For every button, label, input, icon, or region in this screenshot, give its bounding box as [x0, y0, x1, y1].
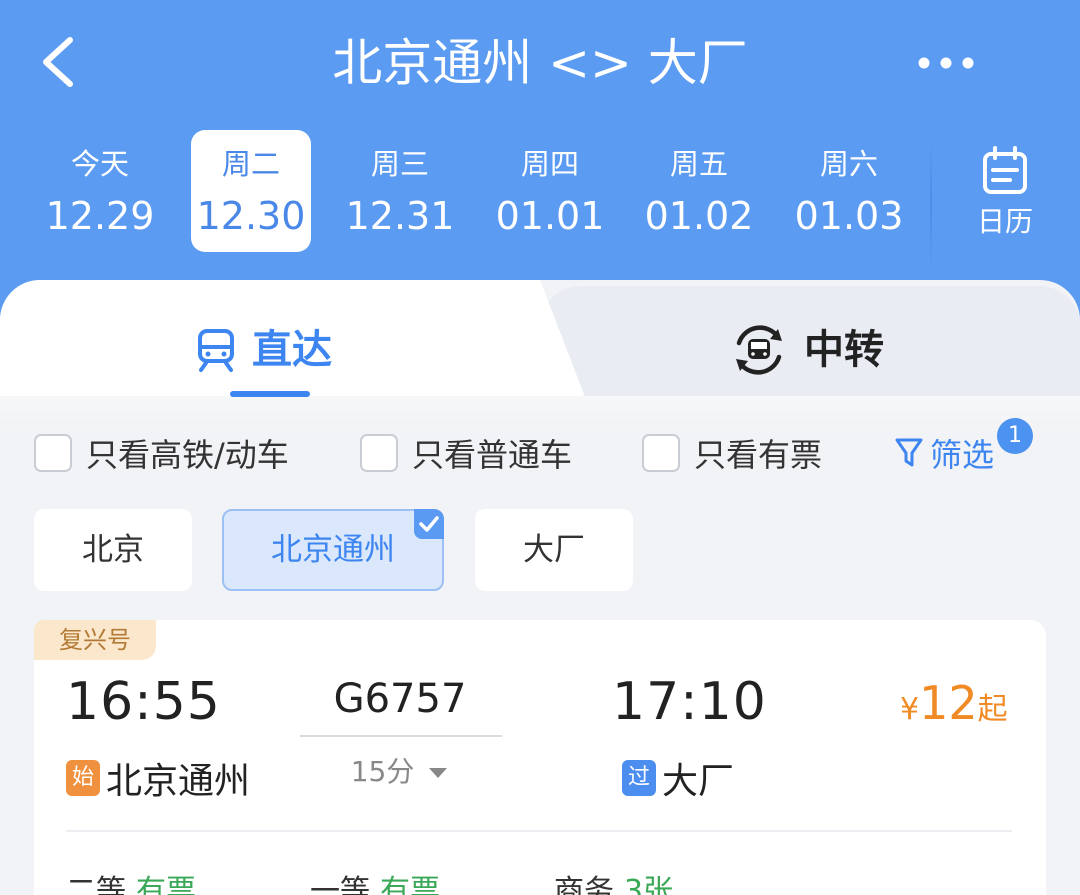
- tab-direct-underline: [230, 391, 310, 397]
- caret-down-icon: [429, 768, 448, 778]
- date-weekday: 今天: [70, 147, 129, 181]
- date-weekday: 周四: [520, 147, 579, 181]
- train-number: G6757: [333, 676, 467, 722]
- seat-class: 二等: [66, 874, 126, 895]
- date-item-fri[interactable]: 周五 01.02: [624, 130, 774, 252]
- date-item-wed[interactable]: 周三 12.31: [325, 130, 475, 252]
- departure-time: 16:55: [66, 672, 221, 732]
- station-chip-beijing-tongzhou[interactable]: 北京通州: [222, 509, 444, 591]
- arrival-station-name: 大厂: [662, 761, 735, 802]
- filter-count-badge: 1: [997, 418, 1033, 454]
- seat-availability: 有票: [380, 874, 440, 895]
- date-weekday: 周五: [669, 147, 728, 181]
- filter-regular-only[interactable]: 只看普通车: [360, 428, 572, 478]
- checkbox[interactable]: [642, 434, 680, 472]
- calendar-divider: [930, 140, 932, 270]
- filter-icon: [895, 438, 923, 467]
- seat-class: 商务: [554, 874, 614, 895]
- date-weekday: 周二: [221, 147, 280, 181]
- filter-available-only[interactable]: 只看有票: [642, 428, 822, 478]
- calendar-label: 日历: [976, 205, 1033, 238]
- price-value: 12: [919, 676, 978, 730]
- station-chip-beijing[interactable]: 北京: [34, 509, 192, 591]
- seat-class: 一等: [310, 874, 370, 895]
- filter-label: 只看有票: [694, 436, 823, 474]
- date-value: 12.29: [45, 194, 155, 238]
- passing-badge: 过: [622, 760, 656, 796]
- arrival-time: 17:10: [612, 672, 767, 732]
- tab-transfer-label: 中转: [804, 327, 884, 373]
- filter-high-speed-only[interactable]: 只看高铁/动车: [34, 428, 289, 478]
- departure-station-name: 北京通州: [106, 761, 251, 802]
- card-divider: [66, 830, 1012, 832]
- back-button[interactable]: [36, 34, 84, 90]
- filter-label: 只看普通车: [412, 436, 573, 474]
- date-weekday: 周三: [370, 147, 429, 181]
- checkbox[interactable]: [360, 434, 398, 472]
- seat-availability: 3张: [624, 874, 674, 895]
- date-item-sat[interactable]: 周六 01.03: [774, 130, 924, 252]
- seat-availability: 有票: [136, 874, 196, 895]
- route-title: 北京通州 <> 大厂: [332, 34, 748, 92]
- train-icon: [198, 329, 234, 372]
- station-chip-dachang[interactable]: 大厂: [475, 509, 633, 591]
- more-horizontal-icon: [918, 57, 974, 69]
- date-weekday: 周六: [819, 147, 878, 181]
- seat-first-class: 一等 有票: [310, 866, 440, 895]
- tab-transfer[interactable]: 中转: [730, 320, 884, 380]
- origin-badge: 始: [66, 760, 100, 796]
- departure-station: 始 北京通州: [66, 752, 250, 804]
- checkbox[interactable]: [34, 434, 72, 472]
- date-value: 01.02: [644, 194, 754, 238]
- screen-label: 筛选: [930, 436, 995, 474]
- calendar-button[interactable]: 日历: [960, 140, 1050, 250]
- duration-text: 15分: [350, 755, 415, 788]
- arrival-station: 过 大厂: [622, 752, 734, 804]
- chevron-left-icon: [43, 37, 73, 87]
- train-type-tag: 复兴号: [34, 620, 156, 660]
- seat-business-class: 商务 3张: [554, 866, 673, 895]
- check-icon: [414, 509, 444, 539]
- train-route-line: [300, 735, 502, 737]
- date-strip: 今天 12.29 周二 12.30 周三 12.31 周四 01.01 周五 0…: [20, 130, 920, 254]
- transfer-train-icon: [736, 325, 782, 375]
- price-currency: ¥: [900, 692, 920, 727]
- date-item-today[interactable]: 今天 12.29: [25, 130, 175, 252]
- more-button[interactable]: [910, 38, 982, 88]
- duration-toggle[interactable]: 15分: [330, 750, 470, 790]
- date-value: 01.01: [495, 194, 605, 238]
- date-item-thu[interactable]: 周四 01.01: [475, 130, 625, 252]
- seat-second-class: 二等 有票: [66, 866, 196, 895]
- calendar-icon: [983, 146, 1027, 194]
- date-value: 01.03: [794, 194, 904, 238]
- filter-label: 只看高铁/动车: [86, 436, 289, 474]
- price: ¥ 12 起: [900, 676, 1008, 730]
- tab-direct-label: 直达: [252, 327, 332, 373]
- price-suffix: 起: [977, 692, 1008, 727]
- date-item-tue[interactable]: 周二 12.30: [191, 130, 311, 252]
- screen-button[interactable]: 筛选: [894, 428, 994, 478]
- date-value: 12.31: [345, 194, 455, 238]
- date-value: 12.30: [196, 194, 306, 238]
- tab-direct[interactable]: 直达: [196, 320, 332, 380]
